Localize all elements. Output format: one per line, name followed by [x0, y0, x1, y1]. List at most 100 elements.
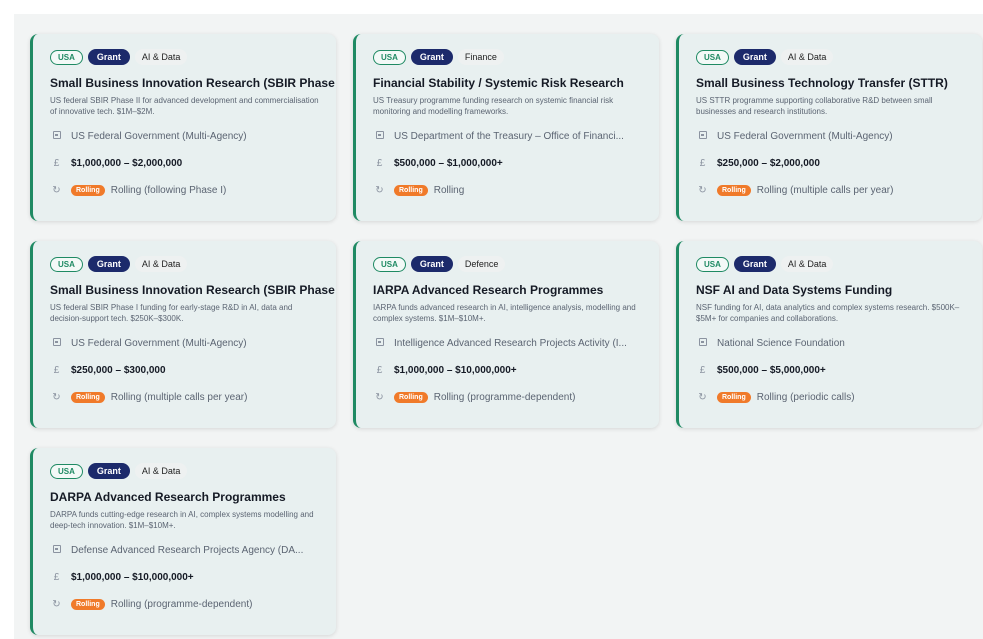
agency-name: US Federal Government (Multi-Agency)	[71, 131, 247, 142]
funding-amount: $500,000 – $1,000,000+	[394, 158, 503, 169]
status-badge: Rolling	[394, 392, 428, 403]
grant-card[interactable]: USA Grant AI & Data NSF AI and Data Syst…	[676, 241, 982, 428]
status-badge: Rolling	[71, 599, 105, 610]
category-tag: AI & Data	[134, 49, 188, 65]
category-tag: AI & Data	[780, 49, 834, 65]
card-title[interactable]: Small Business Innovation Research (SBIR…	[50, 76, 336, 90]
grant-card[interactable]: USA Grant AI & Data Small Business Innov…	[30, 34, 336, 221]
type-badge: Grant	[733, 49, 776, 65]
card-title[interactable]: Small Business Technology Transfer (STTR…	[696, 76, 970, 90]
building-icon	[50, 545, 63, 556]
deadline-row: ↻ Rolling Rolling (multiple calls per ye…	[50, 384, 324, 411]
card-description: DARPA funds cutting-edge research in AI,…	[50, 510, 314, 530]
agency-row: Defense Advanced Research Projects Agenc…	[50, 537, 324, 564]
card-description: NSF funding for AI, data analytics and c…	[696, 303, 960, 323]
type-badge: Grant	[733, 256, 776, 272]
agency-name: Intelligence Advanced Research Projects …	[394, 338, 627, 349]
building-icon	[373, 131, 386, 142]
pound-icon: £	[376, 365, 383, 376]
amount-row: £ $500,000 – $5,000,000+	[696, 357, 970, 384]
building-icon	[696, 131, 709, 142]
deadline-text: Rolling (programme-dependent)	[110, 599, 253, 610]
pound-icon: £	[53, 572, 60, 583]
funding-amount: $1,000,000 – $10,000,000+	[71, 572, 194, 583]
pound-icon: £	[376, 158, 383, 169]
deadline-text: Rolling (following Phase I)	[110, 185, 227, 196]
grant-card[interactable]: USA Grant Defence IARPA Advanced Researc…	[353, 241, 659, 428]
amount-row: £ $500,000 – $1,000,000+	[373, 150, 647, 177]
card-title[interactable]: Financial Stability / Systemic Risk Rese…	[373, 76, 647, 90]
refresh-icon: ↻	[52, 599, 61, 610]
funding-amount: $1,000,000 – $10,000,000+	[394, 365, 517, 376]
country-tag: USA	[373, 49, 406, 65]
agency-name: US Federal Government (Multi-Agency)	[717, 131, 893, 142]
card-tags: USA Grant AI & Data	[50, 255, 324, 273]
card-description: US STTR programme supporting collaborati…	[696, 96, 933, 116]
building-icon	[696, 338, 709, 349]
card-tags: USA Grant AI & Data	[50, 48, 324, 66]
card-tags: USA Grant AI & Data	[696, 255, 970, 273]
card-description: US Treasury programme funding research o…	[373, 96, 614, 116]
agency-row: US Federal Government (Multi-Agency)	[50, 330, 324, 357]
agency-row: US Federal Government (Multi-Agency)	[50, 123, 324, 150]
country-tag: USA	[696, 49, 729, 65]
building-icon	[50, 131, 63, 142]
pound-icon: £	[699, 365, 706, 376]
status-badge: Rolling	[717, 392, 751, 403]
deadline-row: ↻ Rolling Rolling (following Phase I)	[50, 177, 324, 204]
grant-card[interactable]: USA Grant AI & Data DARPA Advanced Resea…	[30, 448, 336, 635]
card-title[interactable]: IARPA Advanced Research Programmes	[373, 283, 647, 297]
status-badge: Rolling	[71, 185, 105, 196]
agency-row: US Federal Government (Multi-Agency)	[696, 123, 970, 150]
status-badge: Rolling	[394, 185, 428, 196]
amount-row: £ $250,000 – $2,000,000	[696, 150, 970, 177]
category-tag: Defence	[457, 256, 506, 272]
deadline-row: ↻ Rolling Rolling (periodic calls)	[696, 384, 970, 411]
agency-name: National Science Foundation	[717, 338, 845, 349]
deadline-text: Rolling	[433, 185, 465, 196]
agency-row: Intelligence Advanced Research Projects …	[373, 330, 647, 357]
building-icon	[373, 338, 386, 349]
category-tag: AI & Data	[134, 256, 188, 272]
deadline-text: Rolling (programme-dependent)	[433, 392, 576, 403]
funding-amount: $250,000 – $300,000	[71, 365, 166, 376]
refresh-icon: ↻	[52, 392, 61, 403]
funding-amount: $500,000 – $5,000,000+	[717, 365, 826, 376]
amount-row: £ $1,000,000 – $2,000,000	[50, 150, 324, 177]
agency-name: Defense Advanced Research Projects Agenc…	[71, 545, 304, 556]
pound-icon: £	[53, 365, 60, 376]
funding-amount: $1,000,000 – $2,000,000	[71, 158, 183, 169]
refresh-icon: ↻	[698, 185, 707, 196]
card-title[interactable]: NSF AI and Data Systems Funding	[696, 283, 970, 297]
category-tag: Finance	[457, 49, 504, 65]
card-title[interactable]: Small Business Innovation Research (SBIR…	[50, 283, 336, 297]
refresh-icon: ↻	[375, 392, 384, 403]
grant-card[interactable]: USA Grant AI & Data Small Business Techn…	[676, 34, 982, 221]
status-badge: Rolling	[71, 392, 105, 403]
agency-row: US Department of the Treasury – Office o…	[373, 123, 647, 150]
agency-name: US Federal Government (Multi-Agency)	[71, 338, 247, 349]
building-icon	[50, 338, 63, 349]
deadline-text: Rolling (periodic calls)	[756, 392, 855, 403]
category-tag: AI & Data	[134, 463, 188, 479]
deadline-row: ↻ Rolling Rolling (programme-dependent)	[373, 384, 647, 411]
agency-name: US Department of the Treasury – Office o…	[394, 131, 624, 142]
deadline-text: Rolling (multiple calls per year)	[110, 392, 248, 403]
country-tag: USA	[50, 463, 83, 479]
grant-card[interactable]: USA Grant AI & Data Small Business Innov…	[30, 241, 336, 428]
grant-card[interactable]: USA Grant Finance Financial Stability / …	[353, 34, 659, 221]
refresh-icon: ↻	[52, 185, 61, 196]
deadline-row: ↻ Rolling Rolling (programme-dependent)	[50, 591, 324, 618]
grant-card-grid: USA Grant AI & Data Small Business Innov…	[30, 34, 982, 635]
deadline-row: ↻ Rolling Rolling	[373, 177, 647, 204]
type-badge: Grant	[410, 256, 453, 272]
pound-icon: £	[53, 158, 60, 169]
country-tag: USA	[50, 49, 83, 65]
card-title[interactable]: DARPA Advanced Research Programmes	[50, 490, 324, 504]
category-tag: AI & Data	[780, 256, 834, 272]
type-badge: Grant	[87, 463, 130, 479]
type-badge: Grant	[87, 49, 130, 65]
card-description: IARPA funds advanced research in AI, int…	[373, 303, 636, 323]
card-description: US federal SBIR Phase II for advanced de…	[50, 96, 319, 116]
card-tags: USA Grant Finance	[373, 48, 647, 66]
